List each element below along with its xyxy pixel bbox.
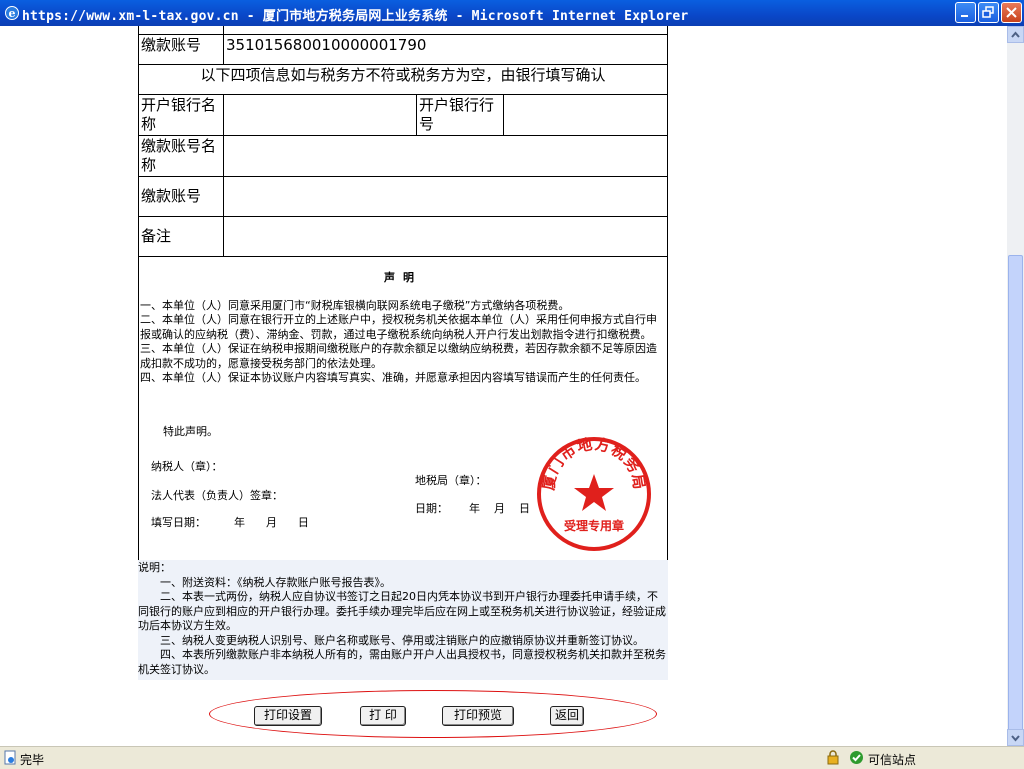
close-button[interactable]: [1001, 2, 1022, 23]
account-no2-label: 缴款账号: [138, 175, 224, 217]
explanation-item: 三、纳税人变更纳税人识别号、账户名称或账号、停用或注销账户的应撤销原协议并重新签…: [160, 633, 644, 647]
explanation-item: 四、本表所列缴款账户非本纳税人所有的，需由账户开户人出具授权书，同意授权税务机关…: [138, 648, 666, 676]
account-name-field[interactable]: [223, 134, 668, 177]
account-table: 缴款账号 351015680010000001790 以下四项信息如与税务方不符…: [138, 26, 668, 257]
restore-button[interactable]: [978, 2, 999, 23]
seal-text-bottom: 受理专用章: [564, 518, 624, 533]
declaration-item: 二、本单位（人）同意在银行开立的上述账户中，授权税务机关依据本单位（人）采用任何…: [140, 313, 657, 341]
chevron-down-icon: [1011, 735, 1020, 742]
account-name-label: 缴款账号名称: [138, 134, 224, 177]
bank-confirm-note: 以下四项信息如与税务方不符或税务方为空，由银行填写确认: [138, 63, 668, 95]
close-icon: [1006, 7, 1017, 18]
declaration-item: 三、本单位（人）保证在纳税申报期间缴税账户的存款余额足以缴纳应纳税费，若因存款余…: [140, 342, 657, 370]
security-zone-text: 可信站点: [868, 753, 917, 767]
svg-text:e: e: [9, 7, 16, 20]
taxpayer-seal-label: 纳税人（章）：: [151, 459, 223, 473]
print-preview-button[interactable]: 打印预览: [442, 706, 514, 726]
scroll-thumb[interactable]: [1008, 255, 1023, 741]
declaration-title: 声明: [384, 270, 422, 284]
lock-icon: [827, 750, 839, 765]
title-bar: e https://www.xm-l-tax.gov.cn - 厦门市地方税务局…: [0, 0, 1024, 26]
bureau-date-label: 日期： 年 月 日: [415, 501, 530, 515]
trusted-site-icon: [850, 751, 863, 764]
tax-bureau-seal-label: 地税局（章）：: [415, 473, 487, 487]
hereby-text: 特此声明。: [163, 424, 218, 438]
status-bar: 完毕 可信站点: [0, 746, 1024, 769]
print-setup-button[interactable]: 打印设置: [254, 706, 322, 726]
scroll-up-button[interactable]: [1007, 26, 1024, 43]
explanation-item: 二、本表一式两份，纳税人应自协议书签订之日起20日内凭本协议书到开户银行办理委托…: [138, 590, 666, 632]
minimize-button[interactable]: [955, 2, 976, 23]
page-viewport: 缴款账号 351015680010000001790 以下四项信息如与税务方不符…: [0, 26, 1007, 746]
explanation-item: 一、附送资料：《纳税人存款账户账号报告表》。: [160, 575, 391, 589]
official-seal-icon: 厦门市地方税务局 受理专用章: [537, 436, 651, 551]
explanation-box: 说明： 一、附送资料：《纳税人存款账户账号报告表》。 二、本表一式两份，纳税人应…: [138, 560, 668, 680]
declaration-item: 四、本单位（人）保证本协议账户内容填写真实、准确，并愿意承担因内容填写错误而产生…: [140, 371, 646, 384]
scroll-down-button[interactable]: [1007, 729, 1024, 746]
explanation-heading: 说明：: [138, 561, 171, 574]
ie-icon: e: [5, 6, 19, 20]
page-icon: [4, 750, 16, 765]
print-button[interactable]: 打 印: [360, 706, 406, 726]
restore-icon: [982, 6, 994, 18]
bank-name-field[interactable]: [223, 93, 417, 136]
remark-label: 备注: [138, 215, 224, 257]
declaration-body: 一、本单位（人）同意采用厦门市“财税库银横向联网系统电子缴税”方式缴纳各项税费。…: [140, 299, 662, 386]
fill-date-label: 填写日期： 年 月 日: [151, 515, 309, 529]
account-no-label: 缴款账号: [138, 33, 224, 65]
status-done-text: 完毕: [20, 753, 45, 767]
window-title: https://www.xm-l-tax.gov.cn - 厦门市地方税务局网上…: [22, 9, 689, 24]
minimize-icon: [961, 15, 968, 17]
chevron-up-icon: [1011, 31, 1020, 38]
legal-rep-sign-label: 法人代表（负责人）签章：: [151, 488, 283, 502]
back-button[interactable]: 返回: [550, 706, 584, 726]
bank-name-label: 开户银行名称: [138, 93, 224, 136]
bank-code-label: 开户银行行号: [416, 93, 504, 136]
declaration-item: 一、本单位（人）同意采用厦门市“财税库银横向联网系统电子缴税”方式缴纳各项税费。: [140, 298, 570, 312]
remark-field[interactable]: [223, 215, 668, 257]
vertical-scrollbar[interactable]: [1007, 26, 1024, 746]
account-no-value: 351015680010000001790: [223, 33, 668, 65]
account-no2-field[interactable]: [223, 175, 668, 217]
bank-code-field[interactable]: [503, 93, 668, 136]
